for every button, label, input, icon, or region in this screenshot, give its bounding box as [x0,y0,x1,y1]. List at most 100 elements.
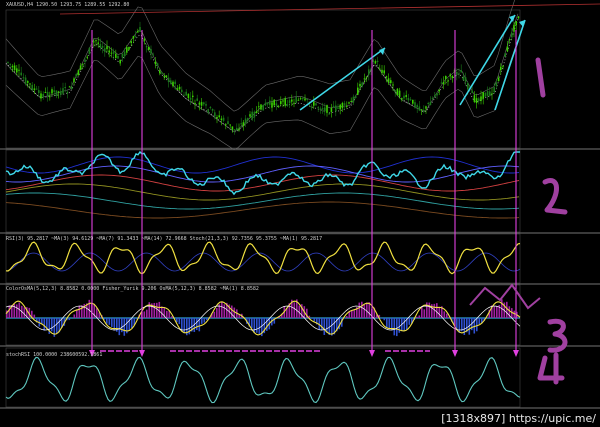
price-candle-body [196,98,198,101]
price-candle-body [405,95,407,97]
price-candle-body [209,106,212,108]
price-candle-body [18,69,20,71]
price-candle-body [66,91,69,94]
price-candle-body [381,69,383,73]
price-candle-body [258,106,260,108]
panel4-histogram-bar [293,302,296,318]
panel4-histogram-bar [396,318,398,337]
price-candle-body [207,109,209,113]
price-candle-body [383,70,385,74]
price-candle-body [456,71,458,75]
price-candle-body [513,24,515,32]
panel5-header: stochRSI 100.0000 238600592.1861 [6,352,103,358]
price-candle-body [275,103,278,106]
price-candle-body [238,129,240,131]
price-candle-body [33,88,36,91]
price-candle-body [42,93,44,98]
price-candle-body [29,83,31,85]
panel4-histogram-bar [231,305,233,318]
panel4-histogram-bar [311,318,313,319]
price-candle-body [244,118,247,124]
price-candle-body [218,115,220,118]
panel4-histogram-bar [346,316,348,318]
price-candle-body [49,96,51,98]
price-candle-body [60,91,62,95]
panel4-histogram-bar [143,311,146,318]
red-trendline [59,3,600,15]
price-candle-body [117,56,119,59]
price-candle-body [284,98,286,106]
panel4-histogram-bar [88,299,91,318]
price-candle-body [302,98,304,100]
panel4-histogram-bar [223,304,226,318]
price-candle-body [172,81,174,87]
chart-canvas [0,0,600,409]
panel4-histogram-bar [458,318,461,333]
price-candle-body [27,81,29,83]
price-candle-body [324,107,326,112]
price-candle-body [354,96,357,98]
price-candle-body [506,46,509,52]
price-candle-body [24,77,27,85]
price-candle-body [401,98,403,100]
price-candle-body [255,111,258,114]
price-candle-body [471,90,473,94]
price-candle-body [225,124,227,126]
price-candle-body [365,76,368,78]
price-candle-body [88,47,91,55]
price-candle-body [504,53,506,57]
panel4-histogram-bar [438,306,441,318]
panel4-histogram-bar [256,318,258,333]
magenta-marker-arrowhead [513,350,519,357]
panel4-histogram-bar [446,313,448,318]
price-candle-body [73,78,75,82]
price-candle-body [412,99,414,104]
price-candle-body [434,95,436,97]
price-candle-body [460,70,462,73]
price-candle-body [194,103,196,105]
price-candle-body [286,104,289,106]
price-candle-body [262,104,264,111]
price-candle-body [266,102,269,105]
price-candle-body [31,84,33,91]
price-candle-body [447,80,449,82]
price-candle-body [321,108,324,110]
price-candle-body [198,102,201,105]
price-candle-body [253,111,256,118]
price-candle-body [394,90,396,92]
band-line-3 [5,183,520,201]
price-candle-body [203,102,205,105]
price-candle-body [407,97,410,101]
panel4-histogram-bar [221,302,223,318]
envelope-line-2 [5,39,519,151]
panel4-histogram-bar [178,318,181,325]
price-candle-body [55,90,58,96]
price-candle-body [134,36,137,38]
panel4-histogram-bar [476,318,478,332]
price-candle-body [451,75,454,79]
price-candle-body [86,56,88,58]
panel4-histogram-bar [156,302,158,318]
price-candle-body [442,82,445,84]
price-candle-body [372,59,374,62]
price-candle-body [337,107,339,109]
price-candle-body [273,99,275,106]
price-candle-body [51,89,53,94]
panel3-stoch-line [5,252,521,272]
panel4-histogram-bar [118,318,121,336]
panel1-handwritten-number [535,57,546,98]
price-candle-body [282,100,284,102]
magenta-marker-arrowhead [139,350,145,357]
price-candle-body [108,50,110,53]
price-candle-body [368,69,370,75]
price-candle-body [449,74,451,77]
price-candle-body [330,107,333,112]
price-candle-body [222,117,225,121]
panel4-histogram-bar [331,318,333,336]
price-candle-body [137,31,139,33]
panel4-histogram-bar [493,306,496,318]
price-candle-body [387,78,390,83]
price-candle-body [335,105,337,112]
price-candle-body [440,82,443,84]
price-candle-body [482,92,484,99]
